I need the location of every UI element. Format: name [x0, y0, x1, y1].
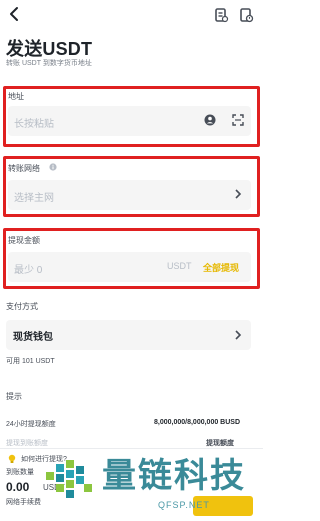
back-arrow-icon[interactable]	[6, 6, 22, 22]
daily-limit-value: 8,000,000/8,000,000 BUSD	[154, 419, 241, 426]
daily-limit-label: 24小时提现额度	[6, 421, 56, 428]
faded-row-value: 提现额度	[206, 440, 234, 447]
address-label: 地址	[8, 92, 24, 101]
history-icon[interactable]	[213, 7, 229, 23]
amount-label: 提现金额	[8, 236, 40, 245]
page-subtitle: 转账 USDT 到数字货币地址	[6, 60, 92, 67]
watermark-logo	[46, 460, 92, 498]
records-icon[interactable]	[238, 7, 254, 23]
amount-placeholder: 最少 0	[14, 265, 43, 276]
watermark-subtitle: QFSP.NET	[158, 500, 210, 510]
network-placeholder: 选择主网	[14, 193, 54, 204]
payment-method-label: 支付方式	[6, 302, 38, 311]
scan-icon[interactable]	[232, 114, 244, 126]
network-label: 转账网络	[8, 164, 40, 173]
top-bar	[0, 0, 263, 30]
tips-label: 提示	[6, 392, 22, 401]
withdraw-all-button[interactable]: 全部提现	[203, 261, 239, 274]
faded-row-label: 提现到账额度	[6, 440, 48, 447]
info-icon[interactable]	[49, 163, 57, 171]
watermark-title: 量链科技	[102, 457, 246, 495]
available-balance: 可用 101 USDT	[6, 358, 55, 365]
faded-row: 提现到账额度 提现额度	[6, 438, 257, 448]
network-fee-label: 网络手续费	[6, 499, 41, 506]
lightbulb-icon	[8, 454, 16, 463]
payment-method-value: 现货钱包	[13, 332, 53, 343]
receive-amount-value: 0.00	[6, 480, 30, 494]
chevron-right-icon	[235, 330, 242, 340]
amount-unit: USDT	[167, 261, 192, 271]
address-book-icon[interactable]	[204, 114, 216, 126]
receive-amount-label: 到账数量	[6, 469, 34, 476]
chevron-right-icon	[235, 189, 242, 199]
address-placeholder: 长按粘贴	[14, 119, 54, 130]
